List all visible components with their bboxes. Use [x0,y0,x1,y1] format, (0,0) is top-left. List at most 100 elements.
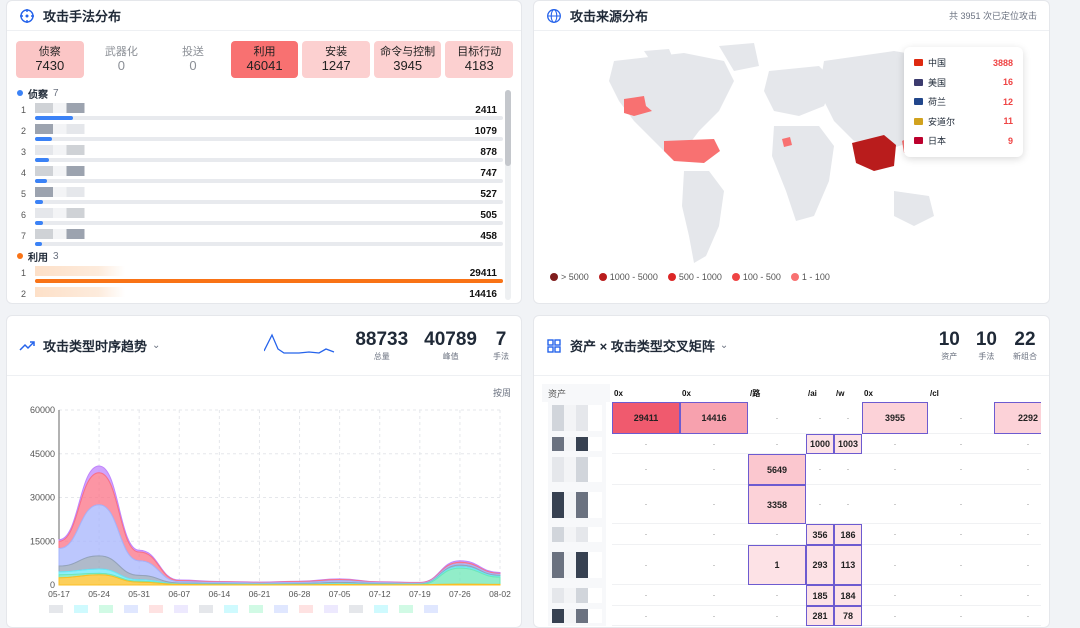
matrix-cell[interactable]: 184 [834,585,862,606]
matrix-cell[interactable]: · [748,524,806,545]
matrix-cell[interactable]: · [612,545,680,585]
matrix-cell[interactable]: 3358 [748,485,806,524]
matrix-cell[interactable]: 293 [806,545,834,585]
chevron-down-icon[interactable]: ⌄ [152,340,160,351]
matrix-cell[interactable]: 1000 [806,434,834,454]
matrix-cell[interactable]: · [928,585,994,606]
tactic-tab[interactable]: 命令与控制 3945 [373,41,442,78]
matrix-cell[interactable]: 113 [834,545,862,585]
matrix-cell[interactable]: · [680,485,748,524]
matrix-cell[interactable]: · [862,545,928,585]
matrix-cell[interactable]: · [612,524,680,545]
matrix-cell[interactable]: · [834,485,862,524]
matrix-cell[interactable]: · [994,606,1041,626]
matrix-cell[interactable]: · [806,402,834,434]
matrix-cell[interactable]: · [928,454,994,485]
matrix-cell[interactable]: · [862,585,928,606]
matrix-cell[interactable]: · [680,454,748,485]
matrix-cell[interactable]: · [928,402,994,434]
matrix-cell[interactable]: 281 [806,606,834,626]
technique-group-header[interactable]: 侦察 7 [17,85,503,101]
matrix-cell[interactable]: · [862,434,928,454]
matrix-cell[interactable]: · [680,524,748,545]
tactic-tab[interactable]: 安装 1247 [302,41,370,78]
matrix-cell[interactable]: · [612,606,680,626]
matrix-cell[interactable]: 1003 [834,434,862,454]
matrix-cell[interactable]: · [612,454,680,485]
matrix-cell[interactable]: 5649 [748,454,806,485]
list-item[interactable]: 3 878 [17,143,503,164]
list-item[interactable]: 1 2411 [17,101,503,122]
matrix-cell[interactable]: · [862,454,928,485]
matrix-cell[interactable]: · [612,585,680,606]
matrix-cell[interactable]: · [862,524,928,545]
matrix-cell[interactable]: · [928,524,994,545]
tactic-tab[interactable]: 武器化 0 [87,41,156,78]
column-header[interactable]: 0x [862,384,928,402]
matrix-cell[interactable]: · [862,485,928,524]
legend-item[interactable]: 1 - 100 [790,272,830,282]
matrix-cell[interactable]: · [994,545,1041,585]
matrix-cell[interactable]: · [994,585,1041,606]
matrix-cell[interactable]: · [612,434,680,454]
column-header[interactable]: /w [834,384,862,402]
matrix-cell[interactable]: · [834,402,862,434]
matrix-cell[interactable]: · [748,402,806,434]
legend-item[interactable]: 500 - 1000 [667,272,722,282]
list-item[interactable]: 2 14416 [17,285,503,297]
list-item[interactable]: 6 505 [17,206,503,227]
matrix-cell[interactable]: · [806,485,834,524]
tactic-tab[interactable]: 侦察 7430 [16,41,84,78]
column-header[interactable] [994,384,1041,402]
column-header[interactable]: 0x [612,384,680,402]
matrix-cell[interactable]: · [680,434,748,454]
matrix-cell[interactable]: 14416 [680,402,748,434]
tactic-tab[interactable]: 利用 46041 [230,41,299,78]
column-header[interactable]: /cl [928,384,994,402]
list-item[interactable]: 1 29411 [17,264,503,285]
matrix-cell[interactable]: · [834,454,862,485]
matrix-cell[interactable]: · [748,585,806,606]
matrix-cell[interactable]: 185 [806,585,834,606]
list-scrollbar[interactable] [505,90,511,300]
matrix-cell[interactable]: · [928,434,994,454]
matrix-cell[interactable]: · [748,606,806,626]
column-header[interactable]: /ai [806,384,834,402]
list-item[interactable]: 4 747 [17,164,503,185]
matrix-cell[interactable]: · [748,434,806,454]
matrix-cell[interactable]: · [994,454,1041,485]
matrix-cell[interactable]: 3955 [862,402,928,434]
matrix-cell[interactable]: · [680,545,748,585]
region-usa[interactable] [664,139,720,163]
matrix-cell[interactable]: 78 [834,606,862,626]
tactic-tab[interactable]: 投送 0 [159,41,227,78]
legend-item[interactable]: 1000 - 5000 [598,272,658,282]
chevron-down-icon[interactable]: ⌄ [720,340,728,351]
matrix-cell[interactable]: 2292 [994,402,1041,434]
legend-item[interactable]: 100 - 500 [731,272,781,282]
tactic-tab[interactable]: 目标行动 4183 [445,41,514,78]
list-item[interactable]: 2 1079 [17,122,503,143]
matrix-cell[interactable]: · [862,606,928,626]
column-header[interactable]: /路 [748,384,806,402]
matrix-cell[interactable]: · [994,485,1041,524]
matrix-cell[interactable]: · [612,485,680,524]
matrix-cell[interactable]: · [994,524,1041,545]
matrix-cell[interactable]: 29411 [612,402,680,434]
matrix-cell[interactable]: · [994,434,1041,454]
matrix-cell[interactable]: · [680,606,748,626]
matrix-cell[interactable]: 186 [834,524,862,545]
matrix-cell[interactable]: · [680,585,748,606]
matrix-cell[interactable]: 1 [748,545,806,585]
matrix-cell[interactable]: · [928,606,994,626]
list-item[interactable]: 5 527 [17,185,503,206]
column-header[interactable]: 0x [680,384,748,402]
legend-item[interactable]: > 5000 [550,272,589,282]
matrix-cell[interactable]: 356 [806,524,834,545]
matrix-cell[interactable]: · [928,545,994,585]
technique-group-header[interactable]: 利用 3 [17,248,503,264]
matrix-cell[interactable]: · [806,454,834,485]
list-item[interactable]: 7 458 [17,227,503,248]
matrix-cell[interactable]: · [928,485,994,524]
scrollbar-thumb[interactable] [505,90,511,166]
